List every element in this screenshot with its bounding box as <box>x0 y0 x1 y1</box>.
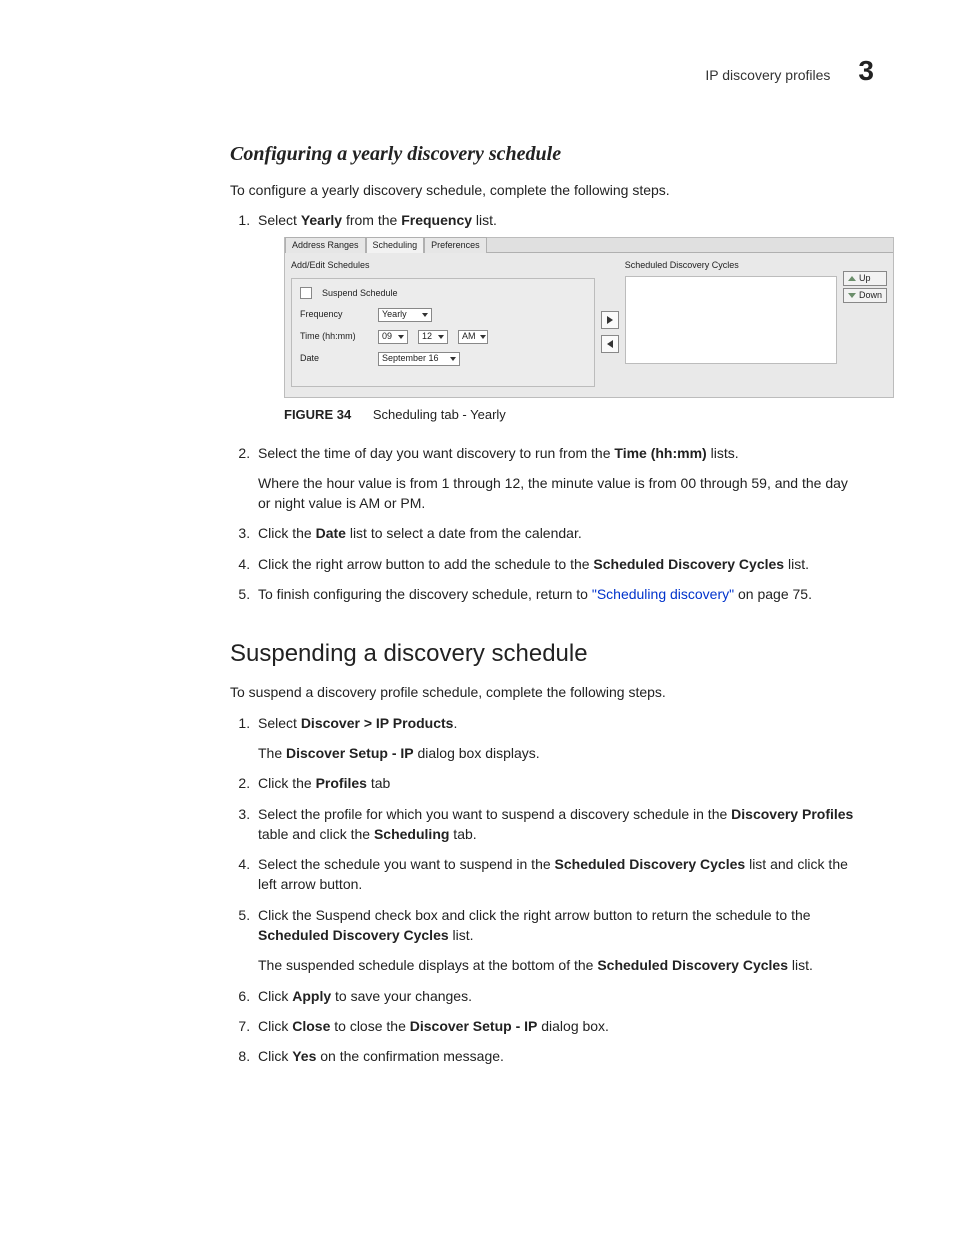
section2-intro: To suspend a discovery profile schedule,… <box>230 682 864 702</box>
section2-steps: Select Discover > IP Products. The Disco… <box>230 713 864 1067</box>
time-row: Time (hh:mm) 09 12 AM <box>300 330 586 344</box>
suspend-row: Suspend Schedule <box>300 287 586 300</box>
chevron-down-icon <box>422 313 428 317</box>
section1-intro: To configure a yearly discovery schedule… <box>230 180 864 200</box>
tab-address-ranges[interactable]: Address Ranges <box>285 237 366 253</box>
ampm-select[interactable]: AM <box>458 330 488 344</box>
section1-steps: Select Yearly from the Frequency list. A… <box>230 210 864 604</box>
s2-step2: Click the Profiles tab <box>254 773 864 793</box>
scheduling-discovery-link[interactable]: "Scheduling discovery" <box>592 586 734 602</box>
date-label: Date <box>300 352 368 365</box>
tab-scheduling[interactable]: Scheduling <box>366 237 425 253</box>
suspend-checkbox[interactable] <box>300 287 312 299</box>
arrow-left-icon <box>607 340 613 348</box>
s2-step5-note: The suspended schedule displays at the b… <box>258 955 864 975</box>
s2-step1-note: The Discover Setup - IP dialog box displ… <box>258 743 864 763</box>
hour-select[interactable]: 09 <box>378 330 408 344</box>
left-title: Add/Edit Schedules <box>291 259 595 272</box>
s2-step1: Select Discover > IP Products. The Disco… <box>254 713 864 764</box>
s2-step3: Select the profile for which you want to… <box>254 804 864 845</box>
suspend-label: Suspend Schedule <box>322 287 398 300</box>
left-pane: Suspend Schedule Frequency Yearly <box>291 278 595 387</box>
content: Configuring a yearly discovery schedule … <box>230 143 864 1066</box>
header-text: IP discovery profiles <box>705 67 830 83</box>
right-title: Scheduled Discovery Cycles <box>625 259 837 272</box>
remove-left-button[interactable] <box>601 335 619 353</box>
frequency-combo[interactable]: Yearly <box>378 308 432 322</box>
chapter-number: 3 <box>858 55 874 87</box>
s1-step2-note: Where the hour value is from 1 through 1… <box>258 473 864 514</box>
s2-step8: Click Yes on the confirmation message. <box>254 1046 864 1066</box>
frequency-row: Frequency Yearly <box>300 308 586 322</box>
ui-mid <box>601 259 619 387</box>
s1-step5: To finish configuring the discovery sche… <box>254 584 864 604</box>
s1-step2: Select the time of day you want discover… <box>254 443 864 514</box>
cycles-listbox[interactable] <box>625 276 837 364</box>
chevron-down-icon <box>398 335 404 339</box>
s1-step1: Select Yearly from the Frequency list. A… <box>254 210 864 424</box>
up-button[interactable]: Up <box>843 271 887 286</box>
date-select[interactable]: September 16 <box>378 352 460 366</box>
add-right-button[interactable] <box>601 311 619 329</box>
page: IP discovery profiles 3 Configuring a ye… <box>0 0 954 1235</box>
tabs-row: Address Ranges Scheduling Preferences <box>285 238 893 253</box>
ui-screenshot: Address Ranges Scheduling Preferences Ad… <box>284 237 894 398</box>
s2-step6: Click Apply to save your changes. <box>254 986 864 1006</box>
s1-step3: Click the Date list to select a date fro… <box>254 523 864 543</box>
tab-preferences[interactable]: Preferences <box>424 237 487 253</box>
chevron-down-icon <box>438 335 444 339</box>
figure-34: Address Ranges Scheduling Preferences Ad… <box>284 237 864 398</box>
ui-right: Scheduled Discovery Cycles Up Down <box>625 259 887 387</box>
ui-body: Add/Edit Schedules Suspend Schedule Freq… <box>285 253 893 397</box>
chevron-down-icon <box>480 335 486 339</box>
minute-select[interactable]: 12 <box>418 330 448 344</box>
s2-step4: Select the schedule you want to suspend … <box>254 854 864 895</box>
down-button[interactable]: Down <box>843 288 887 303</box>
figure-caption: FIGURE 34 Scheduling tab - Yearly <box>284 406 864 425</box>
frequency-label: Frequency <box>300 308 368 321</box>
section2-title: Suspending a discovery schedule <box>230 640 864 668</box>
chevron-down-icon <box>450 357 456 361</box>
arrow-down-icon <box>848 293 856 298</box>
arrow-up-icon <box>848 276 856 281</box>
updown-col: Up Down <box>843 259 887 387</box>
s2-step5: Click the Suspend check box and click th… <box>254 905 864 976</box>
time-label: Time (hh:mm) <box>300 330 368 343</box>
s2-step7: Click Close to close the Discover Setup … <box>254 1016 864 1036</box>
s1-step4: Click the right arrow button to add the … <box>254 554 864 574</box>
page-header: IP discovery profiles 3 <box>80 55 874 87</box>
date-row: Date September 16 <box>300 352 586 366</box>
arrow-right-icon <box>607 316 613 324</box>
section1-title: Configuring a yearly discovery schedule <box>230 143 864 166</box>
ui-left: Add/Edit Schedules Suspend Schedule Freq… <box>291 259 595 387</box>
ui-right-main: Scheduled Discovery Cycles <box>625 259 837 387</box>
